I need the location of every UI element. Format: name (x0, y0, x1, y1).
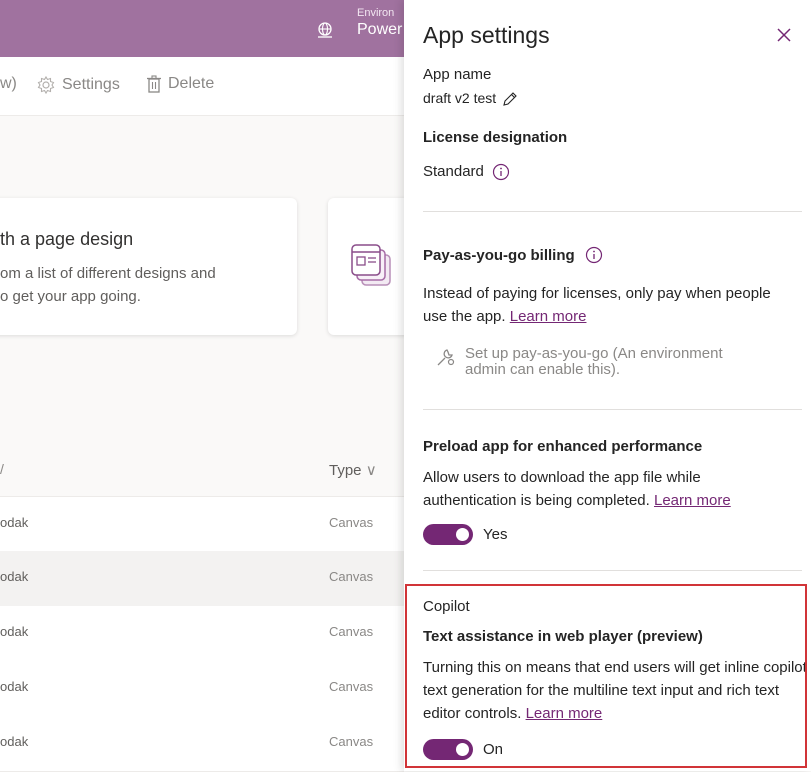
row-type: Canvas (329, 734, 374, 749)
payg-desc-text: Instead of paying for licenses, only pay… (423, 285, 771, 325)
page-design-card-description: om a list of different designs and o get… (0, 262, 216, 308)
card-desc-line-1: om a list of different designs and (0, 265, 216, 282)
payg-heading: Pay-as-you-go billing (423, 246, 575, 264)
row-name: odak (0, 569, 29, 584)
payg-description: Instead of paying for licenses, only pay… (423, 282, 783, 328)
delete-label: Delete (168, 75, 215, 92)
toggle-knob (456, 528, 469, 541)
page-templates-icon (351, 244, 391, 286)
environment-label: Environ (357, 7, 395, 19)
settings-label: Settings (62, 76, 120, 93)
payg-setup-line-2: admin can enable this). (465, 361, 621, 378)
row-type: Canvas (329, 679, 374, 694)
wrench-gear-icon (437, 349, 455, 366)
type-column-header[interactable]: Type ∨ (329, 461, 377, 479)
table-row[interactable]: odak Canvas (0, 496, 404, 553)
payg-learn-more-link[interactable]: Learn more (510, 308, 587, 325)
license-value: Standard (423, 163, 484, 180)
chevron-down-icon: ∨ (365, 462, 377, 479)
payg-setup-line-1: Set up pay-as-you-go (An environment (465, 345, 723, 362)
info-icon[interactable] (492, 163, 510, 181)
name-column-sort-icon[interactable]: / (0, 461, 4, 477)
settings-button[interactable]: Settings (36, 75, 120, 95)
preload-heading: Preload app for enhanced performance (423, 438, 703, 455)
panel-title: App settings (423, 22, 550, 48)
delete-button[interactable]: Delete (146, 75, 214, 93)
payg-setup-text: Set up pay-as-you-go (An environment adm… (465, 346, 723, 378)
type-column-label: Type (329, 462, 362, 479)
close-icon[interactable] (774, 25, 794, 45)
app-name-row: draft v2 test (423, 87, 518, 110)
page-design-card-title: th a page design (0, 229, 134, 249)
preload-toggle[interactable] (423, 524, 473, 545)
preload-description: Allow users to download the app file whi… (423, 466, 793, 512)
divider (423, 409, 802, 410)
globe-icon (318, 22, 332, 38)
info-icon[interactable] (585, 246, 603, 264)
license-heading: License designation (423, 129, 568, 146)
row-name: odak (0, 679, 29, 694)
row-name: odak (0, 515, 29, 530)
table-row[interactable]: odak Canvas (0, 551, 404, 607)
trash-icon (147, 75, 161, 93)
preload-learn-more-link[interactable]: Learn more (654, 492, 731, 509)
table-row[interactable]: odak Canvas (0, 606, 404, 662)
partial-command[interactable]: w) (0, 75, 17, 93)
row-type: Canvas (329, 624, 374, 639)
table-row[interactable]: odak Canvas (0, 716, 404, 772)
edit-pencil-icon[interactable] (502, 91, 518, 107)
preload-toggle-label: Yes (483, 526, 508, 543)
payg-setup-button[interactable]: Set up pay-as-you-go (An environment adm… (435, 346, 723, 378)
row-type: Canvas (329, 515, 374, 530)
copilot-section-highlight (405, 584, 807, 768)
row-type: Canvas (329, 569, 374, 584)
environment-name[interactable]: Power (357, 21, 402, 39)
divider (423, 211, 802, 212)
partial-command-label: w) (0, 75, 17, 92)
app-name-value: draft v2 test (423, 90, 497, 106)
row-name: odak (0, 734, 29, 749)
payg-heading-row: Pay-as-you-go billing (423, 246, 603, 264)
divider (423, 570, 802, 571)
card-desc-line-2: o get your app going. (0, 288, 141, 305)
gear-icon (37, 75, 55, 95)
row-name: odak (0, 624, 29, 639)
license-row: Standard (423, 160, 510, 183)
table-row[interactable]: odak Canvas (0, 661, 404, 717)
app-name-label: App name (423, 66, 492, 83)
